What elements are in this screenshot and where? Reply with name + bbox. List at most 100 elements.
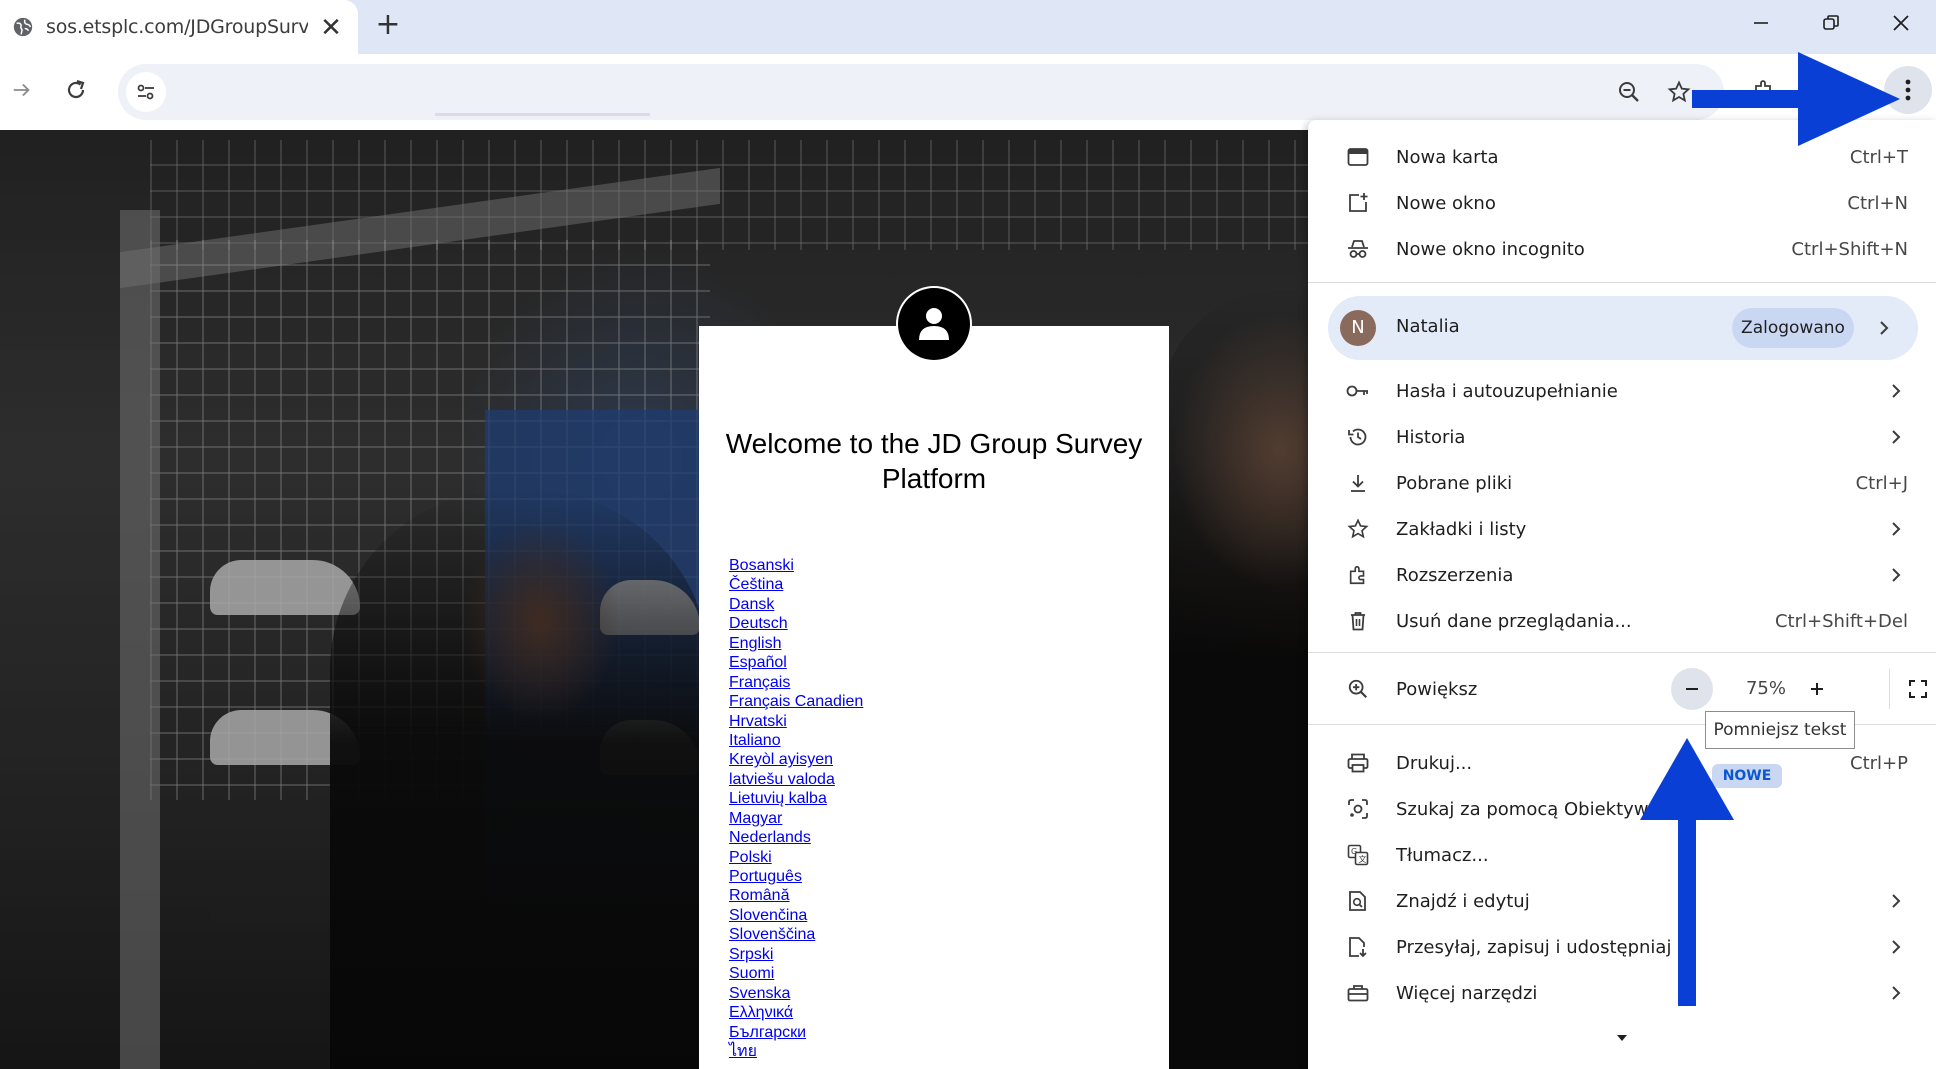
chevron-right-icon	[1886, 565, 1906, 585]
language-list: Bosanski Čeština Dansk Deutsch English E…	[729, 556, 1029, 1061]
menu-item-passwords[interactable]: Hasła i autouzupełnianie	[1308, 368, 1936, 414]
list-item: Polski	[729, 848, 1029, 867]
history-icon	[1346, 425, 1370, 449]
menu-item-downloads[interactable]: Pobrane pliki Ctrl+J	[1308, 460, 1936, 506]
profile-menu-item[interactable]: N Natalia Zalogowano	[1328, 296, 1918, 360]
svg-text:文: 文	[1359, 854, 1367, 864]
avatar: N	[1340, 310, 1376, 346]
address-bar[interactable]	[118, 64, 1724, 120]
language-link[interactable]: English	[729, 635, 781, 652]
menu-item-lens[interactable]: Szukaj za pomocą Obiektywu G	[1308, 786, 1936, 832]
list-item: Magyar	[729, 809, 1029, 828]
language-link[interactable]: Português	[729, 868, 802, 885]
restore-icon[interactable]	[1796, 0, 1866, 46]
language-link[interactable]: ไทย	[729, 1043, 757, 1060]
language-link[interactable]: Dansk	[729, 596, 774, 613]
menu-item-new-window[interactable]: Nowe okno Ctrl+N	[1308, 180, 1936, 226]
language-link[interactable]: Polski	[729, 849, 772, 866]
list-item: Dansk	[729, 595, 1029, 614]
chevron-right-icon	[1886, 427, 1906, 447]
language-link[interactable]: Suomi	[729, 965, 774, 982]
language-link[interactable]: Magyar	[729, 810, 782, 827]
menu-item-more-tools[interactable]: Więcej narzędzi	[1308, 970, 1936, 1016]
site-settings-icon[interactable]	[126, 72, 166, 112]
menu-item-translate[interactable]: G文 Tłumacz...	[1308, 832, 1936, 878]
language-link[interactable]: Български	[729, 1024, 806, 1041]
list-item: Slovenčina	[729, 906, 1029, 925]
language-link[interactable]: Italiano	[729, 732, 781, 749]
menu-item-label: Powiększ	[1396, 678, 1478, 700]
zoom-in-button[interactable]	[1796, 668, 1838, 710]
menu-item-incognito[interactable]: Nowe okno incognito Ctrl+Shift+N	[1308, 226, 1936, 272]
forward-icon[interactable]	[2, 70, 42, 110]
list-item: Français Canadien	[729, 692, 1029, 711]
menu-item-find-edit[interactable]: Znajdź i edytuj	[1308, 878, 1936, 924]
language-link[interactable]: Deutsch	[729, 615, 788, 632]
menu-shortcut: Ctrl+J	[1855, 472, 1908, 494]
loading-indicator	[435, 113, 650, 116]
list-item: Ελληνικά	[729, 1003, 1029, 1022]
puzzle-icon	[1346, 563, 1370, 587]
reload-icon[interactable]	[56, 70, 96, 110]
language-link[interactable]: Srpski	[729, 946, 773, 963]
tab-strip: sos.etsplc.com/JDGroupSurvey/ ✕ +	[0, 0, 1936, 54]
menu-item-extensions[interactable]: Rozszerzenia	[1308, 552, 1936, 598]
menu-item-label: Usuń dane przeglądania...	[1396, 610, 1632, 632]
fullscreen-icon[interactable]	[1897, 668, 1936, 710]
globe-icon	[12, 16, 34, 38]
menu-divider	[1308, 652, 1936, 653]
window-close-icon[interactable]	[1866, 0, 1936, 46]
language-link[interactable]: Slovenčina	[729, 907, 807, 924]
zoom-out-button[interactable]	[1671, 668, 1713, 710]
menu-item-bookmarks[interactable]: Zakładki i listy	[1308, 506, 1936, 552]
list-item: Română	[729, 886, 1029, 905]
menu-item-label: Więcej narzędzi	[1396, 982, 1538, 1004]
list-item: Italiano	[729, 731, 1029, 750]
list-item: ไทย	[729, 1042, 1029, 1061]
menu-item-label: Historia	[1396, 426, 1466, 448]
scroll-down-icon[interactable]	[1614, 1030, 1630, 1046]
language-link[interactable]: Nederlands	[729, 829, 811, 846]
menu-divider	[1889, 669, 1890, 709]
menu-item-label: Nowa karta	[1396, 146, 1499, 168]
key-icon	[1346, 379, 1370, 403]
menu-shortcut: Ctrl+Shift+N	[1791, 238, 1908, 260]
printer-icon	[1346, 751, 1370, 775]
menu-divider	[1308, 282, 1936, 283]
language-link[interactable]: Slovenščina	[729, 926, 815, 943]
language-link[interactable]: Français Canadien	[729, 693, 863, 710]
find-page-icon	[1346, 889, 1370, 913]
language-link[interactable]: Čeština	[729, 576, 783, 593]
star-icon	[1346, 517, 1370, 541]
chevron-right-icon	[1886, 519, 1906, 539]
browser-tab[interactable]: sos.etsplc.com/JDGroupSurvey/ ✕	[0, 0, 358, 54]
tab-close-icon[interactable]: ✕	[318, 14, 344, 40]
annotation-arrow-right	[1692, 52, 1900, 146]
language-link[interactable]: Kreyòl ayisyen	[729, 751, 833, 768]
save-page-icon	[1346, 935, 1370, 959]
new-window-icon	[1346, 191, 1370, 215]
language-link[interactable]: Hrvatski	[729, 713, 787, 730]
new-tab-button[interactable]: +	[370, 8, 406, 44]
language-link[interactable]: Română	[729, 887, 789, 904]
browser-toolbar	[0, 54, 1936, 130]
zoom-icon[interactable]	[1609, 72, 1649, 112]
language-link[interactable]: Français	[729, 674, 790, 691]
menu-item-history[interactable]: Historia	[1308, 414, 1936, 460]
chevron-right-icon	[1886, 937, 1906, 957]
menu-item-label: Nowe okno incognito	[1396, 238, 1585, 260]
zoom-level: 75%	[1745, 678, 1786, 699]
menu-item-cast-save-share[interactable]: Przesyłaj, zapisuj i udostępniaj	[1308, 924, 1936, 970]
menu-item-clear-data[interactable]: Usuń dane przeglądania... Ctrl+Shift+Del	[1308, 598, 1936, 644]
minimize-icon[interactable]	[1726, 0, 1796, 46]
menu-item-label: Przesyłaj, zapisuj i udostępniaj	[1396, 936, 1672, 958]
user-icon	[898, 288, 970, 360]
menu-item-zoom: Powiększ	[1308, 666, 1936, 712]
download-icon	[1346, 471, 1370, 495]
language-link[interactable]: Lietuvių kalba	[729, 790, 827, 807]
language-link[interactable]: latviešu valoda	[729, 771, 835, 788]
language-link[interactable]: Ελληνικά	[729, 1004, 793, 1021]
language-link[interactable]: Svenska	[729, 985, 790, 1002]
language-link[interactable]: Español	[729, 654, 787, 671]
language-link[interactable]: Bosanski	[729, 557, 794, 574]
